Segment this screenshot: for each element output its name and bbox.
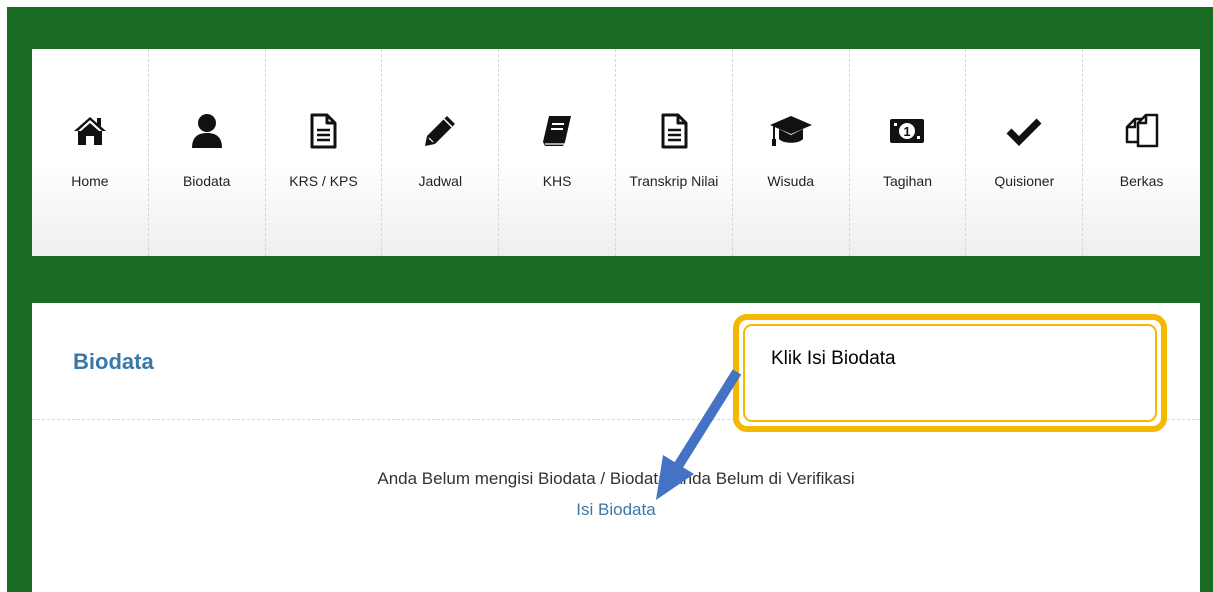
nav-label: Wisuda — [767, 173, 815, 189]
nav-item-jadwal[interactable]: Jadwal — [382, 49, 500, 256]
nav-item-quisioner[interactable]: Quisioner — [966, 49, 1084, 256]
svg-text:1: 1 — [904, 124, 911, 139]
nav-label: KHS — [542, 173, 572, 189]
instruction-callout: Klik Isi Biodata — [733, 314, 1167, 432]
home-icon — [32, 111, 148, 151]
nav-item-khs[interactable]: KHS — [499, 49, 616, 256]
nav-item-wisuda[interactable]: Wisuda — [733, 49, 850, 256]
document-icon — [266, 111, 382, 151]
nav-label: Quisioner — [994, 173, 1055, 189]
page-margin — [0, 0, 7, 592]
user-icon — [149, 111, 265, 151]
nav-label: Home — [71, 173, 109, 189]
nav-label: Biodata — [182, 173, 231, 189]
isi-biodata-link-label[interactable]: Isi Biodata — [576, 500, 655, 519]
document-icon — [616, 111, 732, 151]
isi-biodata-link[interactable]: Isi Biodata — [32, 500, 1200, 520]
callout-text: Klik Isi Biodata — [771, 348, 896, 369]
nav-item-krs-kps[interactable]: KRS / KPS — [266, 49, 383, 256]
main-nav: Home Biodata KRS / KPS Jadwal KHS Transk… — [32, 49, 1200, 256]
nav-item-home[interactable]: Home — [32, 49, 149, 256]
graduation-cap-icon — [733, 111, 849, 151]
pencil-icon — [382, 111, 498, 151]
nav-label: KRS / KPS — [289, 173, 358, 189]
nav-item-berkas[interactable]: Berkas — [1083, 49, 1200, 256]
money-icon: 1 — [850, 111, 966, 151]
nav-label: Transkrip Nilai — [629, 173, 719, 189]
nav-item-biodata[interactable]: Biodata — [149, 49, 266, 256]
nav-label: Berkas — [1119, 173, 1164, 189]
book-icon — [499, 111, 615, 151]
checkmark-icon — [966, 111, 1082, 151]
nav-item-transkrip-nilai[interactable]: Transkrip Nilai — [616, 49, 733, 256]
copy-files-icon — [1083, 111, 1200, 151]
nav-label: Tagihan — [882, 173, 932, 189]
nav-label: Jadwal — [418, 173, 463, 189]
page-title: Biodata — [73, 349, 154, 374]
status-message: Anda Belum mengisi Biodata / Biodata And… — [377, 469, 855, 488]
callout-inner-border — [743, 324, 1157, 422]
nav-item-tagihan[interactable]: 1 Tagihan — [850, 49, 967, 256]
